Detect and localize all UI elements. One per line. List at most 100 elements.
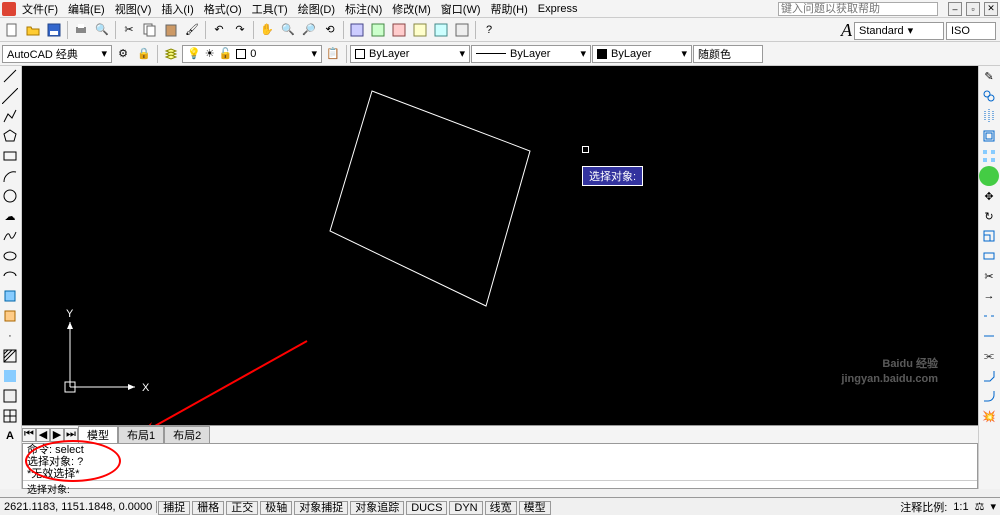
properties-icon[interactable]: [347, 20, 367, 40]
minimize-icon[interactable]: –: [948, 2, 962, 16]
plotstyle-dropdown[interactable]: 随颜色: [693, 45, 763, 63]
mtext-icon[interactable]: A: [0, 426, 20, 446]
copy-obj-icon[interactable]: [979, 86, 999, 106]
chamfer-icon[interactable]: [979, 366, 999, 386]
redo-icon[interactable]: ↷: [230, 20, 250, 40]
workspace-settings-icon[interactable]: ⚙: [113, 44, 133, 64]
menu-edit[interactable]: 编辑(E): [64, 1, 109, 17]
save-icon[interactable]: [44, 20, 64, 40]
zoom-previous-icon[interactable]: ⟲: [320, 20, 340, 40]
menu-file[interactable]: 文件(F): [18, 1, 62, 17]
markup-icon[interactable]: [431, 20, 451, 40]
status-toggle-7[interactable]: DYN: [449, 501, 482, 515]
plot-preview-icon[interactable]: 🔍: [92, 20, 112, 40]
explode-icon[interactable]: 💥: [979, 406, 999, 426]
workspace-lock-icon[interactable]: 🔒: [134, 44, 154, 64]
design-center-icon[interactable]: [368, 20, 388, 40]
cut-icon[interactable]: ✂: [119, 20, 139, 40]
ellipse-arc-icon[interactable]: [0, 266, 20, 286]
spline-icon[interactable]: [0, 226, 20, 246]
make-block-icon[interactable]: [0, 306, 20, 326]
menu-dimension[interactable]: 标注(N): [341, 1, 386, 17]
ellipse-icon[interactable]: [0, 246, 20, 266]
table-icon[interactable]: [0, 406, 20, 426]
open-icon[interactable]: [23, 20, 43, 40]
tool-palette-icon[interactable]: [389, 20, 409, 40]
coordinates-display[interactable]: 2621.1183, 1151.1848, 0.0000: [0, 501, 157, 513]
command-prompt[interactable]: 选择对象:: [23, 480, 977, 496]
menu-express[interactable]: Express: [534, 3, 582, 15]
insert-block-icon[interactable]: [0, 286, 20, 306]
extend-icon[interactable]: →: [979, 286, 999, 306]
polygon-icon[interactable]: [0, 126, 20, 146]
layer-dropdown[interactable]: 💡 ☀ 🔓 0 ▾: [182, 45, 322, 63]
menu-tools[interactable]: 工具(T): [248, 1, 292, 17]
pan-icon[interactable]: ✋: [257, 20, 277, 40]
workspace-dropdown[interactable]: AutoCAD 经典▾: [2, 45, 112, 63]
erase-icon[interactable]: ✎: [979, 66, 999, 86]
match-prop-icon[interactable]: 🖌: [182, 20, 202, 40]
menu-help[interactable]: 帮助(H): [487, 1, 532, 17]
break-at-point-icon[interactable]: [979, 306, 999, 326]
move-icon[interactable]: ✥: [979, 186, 999, 206]
menu-modify[interactable]: 修改(M): [388, 1, 435, 17]
scale-icon[interactable]: [979, 226, 999, 246]
status-toggle-0[interactable]: 捕捉: [158, 501, 190, 515]
lineweight-dropdown[interactable]: ByLayer▾: [592, 45, 692, 63]
restore-icon[interactable]: ▫: [966, 2, 980, 16]
revision-cloud-icon[interactable]: ☁: [0, 206, 20, 226]
stretch-icon[interactable]: [979, 246, 999, 266]
arc-icon[interactable]: [0, 166, 20, 186]
construction-line-icon[interactable]: [0, 86, 20, 106]
circle-icon[interactable]: [0, 186, 20, 206]
steering-wheel-icon[interactable]: [979, 166, 999, 186]
status-toggle-2[interactable]: 正交: [226, 501, 258, 515]
menu-format[interactable]: 格式(O): [200, 1, 246, 17]
fillet-icon[interactable]: [979, 386, 999, 406]
command-line[interactable]: 命令: select 选择对象: ? *无效选择* 选择对象:: [22, 443, 978, 489]
layer-states-icon[interactable]: [161, 44, 181, 64]
tab-last-icon[interactable]: ⏭: [64, 428, 78, 442]
annoscale-icon[interactable]: ⚖: [975, 500, 985, 513]
status-toggle-3[interactable]: 极轴: [260, 501, 292, 515]
textstyle-icon[interactable]: A: [841, 20, 852, 41]
undo-icon[interactable]: ↶: [209, 20, 229, 40]
help-icon[interactable]: ?: [479, 20, 499, 40]
status-toggle-1[interactable]: 栅格: [192, 501, 224, 515]
paste-icon[interactable]: [161, 20, 181, 40]
help-search-input[interactable]: [778, 2, 938, 16]
annoscale-value[interactable]: 1:1: [953, 501, 968, 513]
tab-model[interactable]: 模型: [78, 426, 118, 444]
layer-previous-icon[interactable]: 📋: [323, 44, 343, 64]
print-icon[interactable]: [71, 20, 91, 40]
polyline-icon[interactable]: [0, 106, 20, 126]
tab-first-icon[interactable]: ⏮: [22, 428, 36, 442]
menu-window[interactable]: 窗口(W): [437, 1, 485, 17]
trim-icon[interactable]: ✂: [979, 266, 999, 286]
statusbar-tray-icon[interactable]: ▾: [990, 500, 996, 513]
join-icon[interactable]: ⫘: [979, 346, 999, 366]
rectangle-icon[interactable]: [0, 146, 20, 166]
hatch-icon[interactable]: [0, 346, 20, 366]
dimstyle-dropdown[interactable]: ISO: [946, 22, 996, 40]
menu-insert[interactable]: 插入(I): [157, 1, 197, 17]
new-icon[interactable]: [2, 20, 22, 40]
close-icon[interactable]: ✕: [984, 2, 998, 16]
tab-next-icon[interactable]: ▶: [50, 428, 64, 442]
color-dropdown[interactable]: ByLayer▾: [350, 45, 470, 63]
menu-view[interactable]: 视图(V): [111, 1, 156, 17]
array-icon[interactable]: [979, 146, 999, 166]
zoom-realtime-icon[interactable]: 🔍: [278, 20, 298, 40]
offset-icon[interactable]: [979, 126, 999, 146]
textstyle-dropdown[interactable]: Standard▾: [854, 22, 944, 40]
status-toggle-5[interactable]: 对象追踪: [350, 501, 404, 515]
point-icon[interactable]: ·: [0, 326, 20, 346]
menu-draw[interactable]: 绘图(D): [294, 1, 339, 17]
copy-icon[interactable]: [140, 20, 160, 40]
linetype-dropdown[interactable]: ByLayer▾: [471, 45, 591, 63]
zoom-window-icon[interactable]: 🔎: [299, 20, 319, 40]
drawing-canvas[interactable]: 选择对象: X Y Baidu 经验 jingyan.baidu.com: [22, 66, 978, 425]
mirror-icon[interactable]: [979, 106, 999, 126]
break-icon[interactable]: [979, 326, 999, 346]
tab-prev-icon[interactable]: ◀: [36, 428, 50, 442]
